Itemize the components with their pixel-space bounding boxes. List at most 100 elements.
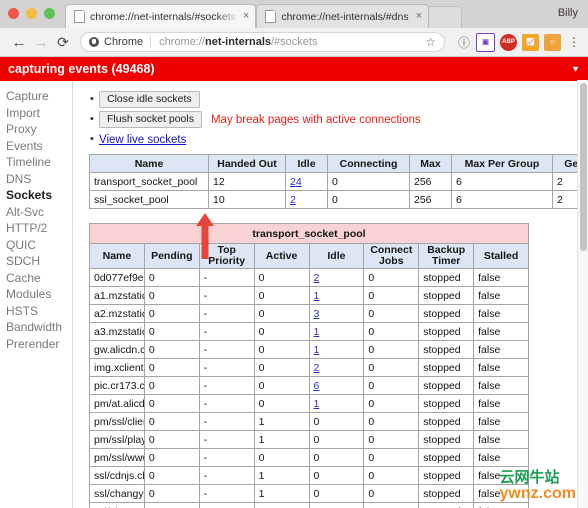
sidebar-item-prerender[interactable]: Prerender bbox=[6, 336, 72, 353]
col-connect-jobs: Connect Jobs bbox=[363, 243, 420, 269]
cell-active: 0 bbox=[253, 286, 310, 305]
minimize-window-button[interactable] bbox=[26, 8, 37, 19]
info-icon[interactable]: ⓘ bbox=[458, 34, 470, 51]
col-handed-out: Handed Out bbox=[208, 154, 286, 173]
chevron-down-icon[interactable]: ▼ bbox=[571, 64, 580, 74]
cell-backup-timer: stopped bbox=[418, 394, 475, 413]
list-item-view-live: View live sockets bbox=[90, 131, 588, 148]
cell-stalled: false bbox=[473, 430, 529, 449]
cell-idle: 24 bbox=[285, 172, 328, 191]
cell-idle: 1 bbox=[308, 286, 365, 305]
cell-group-name: pm/ssl/clients4.google.com:443 bbox=[89, 412, 145, 431]
adblock-plus-icon[interactable]: ABP bbox=[500, 33, 517, 51]
cell-connect-jobs: 0 bbox=[363, 268, 420, 287]
sidebar-item-dns[interactable]: DNS bbox=[6, 171, 72, 188]
chart-extension-icon[interactable]: 📈 bbox=[522, 33, 539, 51]
idle-count-link[interactable]: 1 bbox=[314, 398, 320, 410]
idle-count-link[interactable]: 2 bbox=[290, 194, 296, 206]
address-bar[interactable]: Chrome chrome://net-internals/#sockets ☆ bbox=[80, 32, 445, 52]
cell-idle: 2 bbox=[308, 268, 365, 287]
sidebar-item-events[interactable]: Events bbox=[6, 138, 72, 155]
vertical-scrollbar[interactable] bbox=[577, 80, 588, 508]
cell-backup-timer: stopped bbox=[418, 358, 475, 377]
sidebar-item-hsts[interactable]: HSTS bbox=[6, 303, 72, 320]
idle-count-link[interactable]: 1 bbox=[314, 326, 320, 338]
extension-1-icon[interactable]: ▣ bbox=[476, 32, 495, 52]
idle-count-link[interactable]: 24 bbox=[290, 176, 302, 188]
table-header-row: Name Pending Top Priority Active Idle Co… bbox=[89, 243, 529, 269]
smiley-extension-icon[interactable]: ☺ bbox=[544, 33, 561, 51]
cell-pool-name: ssl_socket_pool bbox=[89, 190, 209, 209]
cell-idle: 6 bbox=[308, 376, 365, 395]
close-icon[interactable]: × bbox=[416, 11, 422, 22]
zoom-window-button[interactable] bbox=[44, 8, 55, 19]
cell-top-priority: - bbox=[198, 340, 255, 359]
cell-stalled: false bbox=[473, 412, 529, 431]
omnibox-divider bbox=[150, 36, 152, 48]
cell-top-priority: - bbox=[198, 430, 255, 449]
cell-stalled: false bbox=[473, 448, 529, 467]
idle-count-link[interactable]: 1 bbox=[314, 290, 320, 302]
flush-socket-pools-button[interactable]: Flush socket pools bbox=[99, 111, 202, 128]
cell-idle: 2 bbox=[285, 190, 328, 209]
profile-name[interactable]: Billy bbox=[558, 7, 578, 19]
idle-count-link[interactable]: 6 bbox=[314, 380, 320, 392]
capturing-events-banner[interactable]: capturing events (49468) ▼ bbox=[0, 57, 588, 81]
tab-dns[interactable]: chrome://net-internals/#dns × bbox=[256, 4, 430, 28]
new-tab-button[interactable] bbox=[428, 6, 463, 28]
close-idle-sockets-button[interactable]: Close idle sockets bbox=[99, 91, 200, 108]
cell-connect-jobs: 0 bbox=[363, 466, 420, 485]
sidebar-item-http2[interactable]: HTTP/2 bbox=[6, 220, 72, 237]
table-row: pm/ssl/www.google.com:4430-000stoppedfal… bbox=[89, 448, 529, 467]
window-controls bbox=[8, 8, 55, 19]
sidebar-item-import[interactable]: Import bbox=[6, 105, 72, 122]
cell-idle: 2 bbox=[308, 358, 365, 377]
cell-group-name: a1.mzstatic.com:80 bbox=[89, 286, 145, 305]
sidebar-item-bandwidth[interactable]: Bandwidth bbox=[6, 319, 72, 336]
bookmark-star-icon[interactable]: ☆ bbox=[419, 35, 436, 49]
cell-backup-timer: stopped bbox=[418, 286, 475, 305]
sidebar-item-modules[interactable]: Modules bbox=[6, 286, 72, 303]
sidebar-item-sdch[interactable]: SDCH bbox=[6, 253, 72, 270]
view-live-sockets-link[interactable]: View live sockets bbox=[99, 134, 186, 146]
url-suffix: /#sockets bbox=[271, 36, 318, 48]
sidebar-item-proxy[interactable]: Proxy bbox=[6, 121, 72, 138]
idle-count-link[interactable]: 2 bbox=[314, 272, 320, 284]
cell-connect-jobs: 0 bbox=[363, 286, 420, 305]
scrollbar-thumb[interactable] bbox=[580, 83, 587, 251]
url-domain: net-internals bbox=[204, 36, 271, 48]
col-connecting: Connecting bbox=[327, 154, 410, 173]
cell-connect-jobs: 0 bbox=[363, 484, 420, 503]
sidebar-item-quic[interactable]: QUIC bbox=[6, 237, 72, 254]
cell-group-name: pic.cr173.com:80 bbox=[89, 376, 145, 395]
cell-top-priority: - bbox=[198, 412, 255, 431]
cell-idle: 0 bbox=[308, 430, 365, 449]
table-row: ssl/changyan.itc.cn:4430-100stoppedfalse bbox=[89, 484, 529, 503]
cell-pending: 0 bbox=[143, 502, 200, 508]
sidebar-item-cache[interactable]: Cache bbox=[6, 270, 72, 287]
forward-icon[interactable]: → bbox=[30, 31, 52, 53]
cell-stalled: false bbox=[473, 268, 529, 287]
chrome-menu-icon[interactable]: ⋮ bbox=[568, 36, 580, 48]
table-row: pm/at.alicdn.com:800-010stoppedfalse bbox=[89, 394, 529, 413]
sidebar-item-timeline[interactable]: Timeline bbox=[6, 154, 72, 171]
cell-idle: 0 bbox=[308, 466, 365, 485]
tab-sockets[interactable]: chrome://net-internals/#sockets × bbox=[65, 4, 257, 28]
idle-count-link[interactable]: 1 bbox=[314, 344, 320, 356]
reload-icon[interactable]: ⟳ bbox=[52, 31, 74, 53]
cell-pending: 0 bbox=[143, 286, 200, 305]
cell-connect-jobs: 0 bbox=[363, 358, 420, 377]
cell-max: 256 bbox=[409, 172, 452, 191]
table-title-row: transport_socket_pool bbox=[89, 223, 529, 244]
sidebar-item-sockets[interactable]: Sockets bbox=[6, 187, 72, 204]
sidebar-item-capture[interactable]: Capture bbox=[6, 88, 72, 105]
close-window-button[interactable] bbox=[8, 8, 19, 19]
idle-count-link[interactable]: 2 bbox=[314, 362, 320, 374]
cell-group-name: a3.mzstatic.com:80 bbox=[89, 322, 145, 341]
sidebar-item-alt-svc[interactable]: Alt-Svc bbox=[6, 204, 72, 221]
cell-connect-jobs: 0 bbox=[363, 340, 420, 359]
close-icon[interactable]: × bbox=[243, 11, 249, 22]
cell-stalled: false bbox=[473, 502, 529, 508]
back-icon[interactable]: ← bbox=[8, 31, 30, 53]
idle-count-link[interactable]: 3 bbox=[314, 308, 320, 320]
